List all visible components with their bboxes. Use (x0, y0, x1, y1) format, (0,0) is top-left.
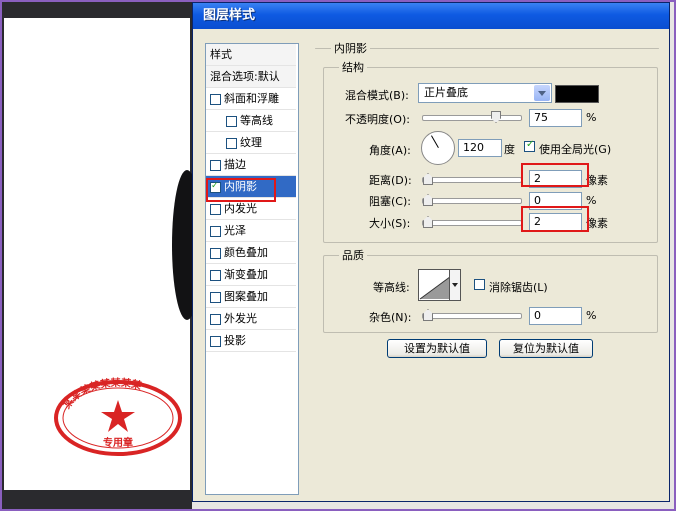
style-item-satin[interactable]: 光泽 (206, 220, 296, 242)
distance-slider[interactable] (422, 173, 522, 185)
opacity-unit: % (586, 111, 597, 124)
blend-mode-label: 混合模式(B): (345, 89, 409, 102)
noise-input[interactable]: 0 (529, 307, 582, 325)
style-item-label: 描边 (224, 158, 246, 171)
blend-mode-select[interactable]: 正片叠底 (418, 83, 552, 103)
stroke-checkbox[interactable] (210, 160, 221, 171)
blending-options-label: 混合选项:默认 (210, 70, 280, 83)
texture-checkbox[interactable] (226, 138, 237, 149)
choke-slider[interactable] (422, 194, 522, 206)
use-global-light-label: 使用全局光(G) (539, 143, 612, 156)
angle-input[interactable]: 120 (458, 139, 502, 157)
style-item-label: 纹理 (240, 136, 262, 149)
highlight-box-distance (521, 163, 589, 187)
bevel-checkbox[interactable] (210, 94, 221, 105)
noise-unit: % (586, 309, 597, 322)
make-default-button[interactable]: 设置为默认值 (387, 339, 487, 358)
seal-bottom-text: 专用章 (103, 436, 133, 449)
stamp-seal-image: 某某某某某某某某 专用章 (54, 376, 182, 456)
size-label: 大小(S): (369, 217, 411, 230)
style-item-label: 颜色叠加 (224, 246, 268, 259)
noise-label: 杂色(N): (369, 311, 412, 324)
angle-dial[interactable] (421, 131, 455, 165)
style-item-color-overlay[interactable]: 颜色叠加 (206, 242, 296, 264)
quality-title: 品质 (339, 247, 367, 263)
style-item-pattern-overlay[interactable]: 图案叠加 (206, 286, 296, 308)
distance-label: 距离(D): (369, 174, 412, 187)
style-item-outer-glow[interactable]: 外发光 (206, 308, 296, 330)
style-list-header-label: 样式 (210, 48, 232, 61)
style-item-label: 图案叠加 (224, 290, 268, 303)
style-list-header[interactable]: 样式 (206, 44, 296, 66)
checkmark-icon: ✓ (526, 139, 535, 150)
gradient-overlay-checkbox[interactable] (210, 270, 221, 281)
style-item-label: 光泽 (224, 224, 246, 237)
contour-label: 等高线: (373, 281, 410, 294)
opacity-slider[interactable] (422, 111, 522, 123)
highlight-box-inner-shadow (206, 178, 276, 202)
inner-shadow-title: 内阴影 (331, 40, 370, 56)
drop-shadow-checkbox[interactable] (210, 336, 221, 347)
style-item-drop-shadow[interactable]: 投影 (206, 330, 296, 352)
layer-style-dialog: 图层样式 样式 混合选项:默认 斜面和浮雕 等高线 纹理 描边 ✓ 内阴影 内发光… (192, 2, 670, 502)
dialog-titlebar[interactable]: 图层样式 (193, 3, 669, 29)
anti-alias-label: 消除锯齿(L) (489, 281, 548, 294)
outer-glow-checkbox[interactable] (210, 314, 221, 325)
angle-needle (431, 135, 439, 148)
style-item-bevel-emboss[interactable]: 斜面和浮雕 (206, 88, 296, 110)
highlight-box-size (521, 206, 589, 232)
noise-slider[interactable] (422, 309, 522, 321)
style-list: 样式 混合选项:默认 斜面和浮雕 等高线 纹理 描边 ✓ 内阴影 内发光 光泽 颜… (205, 43, 299, 495)
blending-options-item[interactable]: 混合选项:默认 (206, 66, 296, 88)
style-item-label: 斜面和浮雕 (224, 92, 279, 105)
style-item-gradient-overlay[interactable]: 渐变叠加 (206, 264, 296, 286)
seal-top-text: 某某某某某某某某 (60, 376, 144, 411)
use-global-light-checkbox[interactable]: ✓ (524, 139, 535, 152)
style-item-label: 渐变叠加 (224, 268, 268, 281)
style-item-label: 投影 (224, 334, 246, 347)
angle-unit: 度 (504, 143, 515, 156)
blend-mode-value: 正片叠底 (424, 86, 468, 99)
shadow-color-swatch[interactable] (555, 85, 599, 103)
contour-checkbox[interactable] (226, 116, 237, 127)
style-item-texture[interactable]: 纹理 (206, 132, 296, 154)
style-item-contour[interactable]: 等高线 (206, 110, 296, 132)
size-unit: 像素 (586, 217, 608, 230)
color-overlay-checkbox[interactable] (210, 248, 221, 259)
svg-text:某某某某某某某某: 某某某某某某某某 (60, 376, 144, 411)
inner-glow-checkbox[interactable] (210, 204, 221, 215)
style-item-label: 外发光 (224, 312, 257, 325)
distance-unit: 像素 (586, 174, 608, 187)
style-item-stroke[interactable]: 描边 (206, 154, 296, 176)
structure-title: 结构 (339, 59, 367, 75)
pattern-overlay-checkbox[interactable] (210, 292, 221, 303)
size-slider[interactable] (422, 216, 522, 228)
opacity-label: 不透明度(O): (345, 113, 410, 126)
anti-alias-checkbox[interactable] (474, 279, 485, 290)
reset-default-button[interactable]: 复位为默认值 (499, 339, 593, 358)
chevron-down-icon[interactable] (534, 85, 550, 101)
satin-checkbox[interactable] (210, 226, 221, 237)
choke-label: 阻塞(C): (369, 195, 411, 208)
dialog-title: 图层样式 (203, 8, 256, 23)
opacity-input[interactable]: 75 (529, 109, 582, 127)
contour-dropdown-button[interactable] (449, 269, 461, 301)
angle-label: 角度(A): (369, 144, 411, 157)
style-item-label: 等高线 (240, 114, 273, 127)
